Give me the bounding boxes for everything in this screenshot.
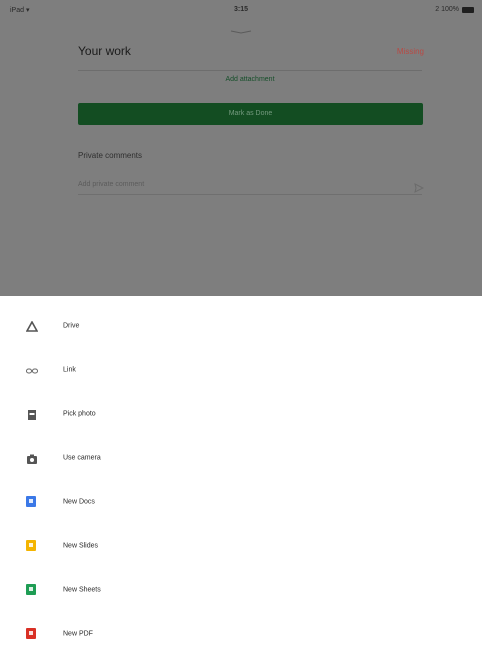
- private-comments-heading: Private comments: [78, 151, 143, 160]
- pdf-icon: [26, 628, 38, 640]
- menu-item-label: New Slides: [63, 542, 99, 550]
- menu-item-label: Use camera: [63, 454, 101, 462]
- mark-as-done-button[interactable]: Mark as Done: [78, 103, 423, 125]
- assignment-overlay[interactable]: iPad ▾ 3:15 2 100% Your work Missing Add…: [0, 0, 482, 296]
- menu-item-label: Link: [63, 366, 76, 374]
- menu-item-link[interactable]: Link: [0, 348, 482, 392]
- battery-icon: [462, 6, 474, 13]
- menu-item-new-slides[interactable]: New Slides: [0, 524, 482, 568]
- link-icon: [26, 364, 38, 376]
- slides-icon: [26, 540, 38, 552]
- menu-item-new-sheets[interactable]: New Sheets: [0, 568, 482, 612]
- attachment-sheet: Drive Link Pick photo Use camera New Doc…: [0, 296, 482, 643]
- menu-item-label: New Sheets: [63, 586, 101, 594]
- menu-item-use-camera[interactable]: Use camera: [0, 436, 482, 480]
- sheet-handle-icon[interactable]: [230, 30, 252, 34]
- photo-icon: [26, 408, 38, 420]
- menu-item-label: Drive: [63, 322, 80, 330]
- menu-item-label: Pick photo: [63, 410, 96, 418]
- your-work-title: Your work: [78, 44, 131, 58]
- battery-label: 2 100%: [435, 6, 459, 13]
- divider: [78, 70, 422, 71]
- docs-icon: [26, 496, 38, 508]
- private-comment-input[interactable]: Add private comment: [78, 181, 144, 188]
- camera-icon: [26, 452, 38, 464]
- menu-item-label: New PDF: [63, 630, 93, 638]
- missing-status: Missing: [396, 47, 424, 56]
- sheets-icon: [26, 584, 38, 596]
- status-bar: iPad ▾ 3:15 2 100%: [0, 0, 482, 22]
- menu-item-pick-photo[interactable]: Pick photo: [0, 392, 482, 436]
- menu-item-drive[interactable]: Drive: [0, 304, 482, 348]
- menu-item-new-pdf[interactable]: New PDF: [0, 612, 482, 656]
- send-icon[interactable]: [414, 180, 425, 193]
- drive-icon: [25, 320, 39, 332]
- battery-status: 2 100%: [435, 6, 474, 13]
- menu-item-label: New Docs: [63, 498, 95, 506]
- add-attachment-button[interactable]: Add attachment: [78, 76, 422, 83]
- status-time: 3:15: [233, 6, 248, 13]
- menu-item-new-docs[interactable]: New Docs: [0, 480, 482, 524]
- divider: [78, 194, 422, 195]
